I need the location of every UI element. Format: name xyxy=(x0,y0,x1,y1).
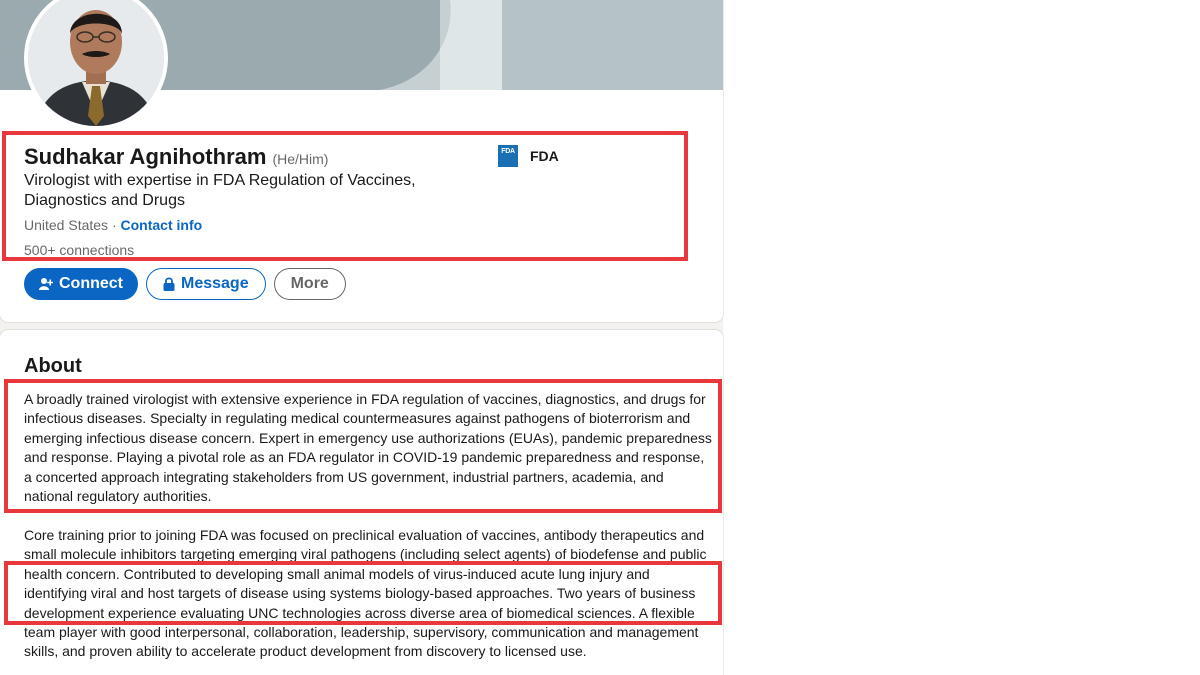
message-button[interactable]: Message xyxy=(146,268,266,300)
add-person-icon xyxy=(39,277,53,291)
connections-count: 500+ connections xyxy=(24,242,135,258)
more-button[interactable]: More xyxy=(273,268,346,300)
location-separator: · xyxy=(108,217,121,233)
contact-info-link[interactable]: Contact info xyxy=(121,217,203,233)
connect-label: Connect xyxy=(59,275,123,292)
current-company[interactable]: FDA FDA xyxy=(498,145,559,167)
more-label: More xyxy=(290,275,329,292)
about-title: About xyxy=(24,355,82,377)
profile-actions: Connect Message More xyxy=(24,268,346,300)
profile-name: Sudhakar Agnihothram xyxy=(24,144,267,169)
company-name: FDA xyxy=(530,148,559,164)
about-paragraph-2: Core training prior to joining FDA was f… xyxy=(24,527,707,660)
profile-headline: Virologist with expertise in FDA Regulat… xyxy=(24,172,416,209)
about-paragraph-1: A broadly trained virologist with extens… xyxy=(24,391,712,505)
name-row: Sudhakar Agnihothram (He/Him) xyxy=(24,144,328,170)
location-row: United States · Contact info xyxy=(24,217,202,233)
about-section: About A broadly trained virologist with … xyxy=(0,330,723,675)
profile-pronouns: (He/Him) xyxy=(272,151,329,167)
fda-logo: FDA xyxy=(498,145,518,167)
connect-button[interactable]: Connect xyxy=(24,268,138,300)
lock-icon xyxy=(163,277,175,291)
profile-photo[interactable] xyxy=(24,0,168,130)
profile-location: United States xyxy=(24,217,109,233)
profile-top-card: Sudhakar Agnihothram (He/Him) Virologist… xyxy=(0,0,723,322)
message-label: Message xyxy=(181,275,249,292)
